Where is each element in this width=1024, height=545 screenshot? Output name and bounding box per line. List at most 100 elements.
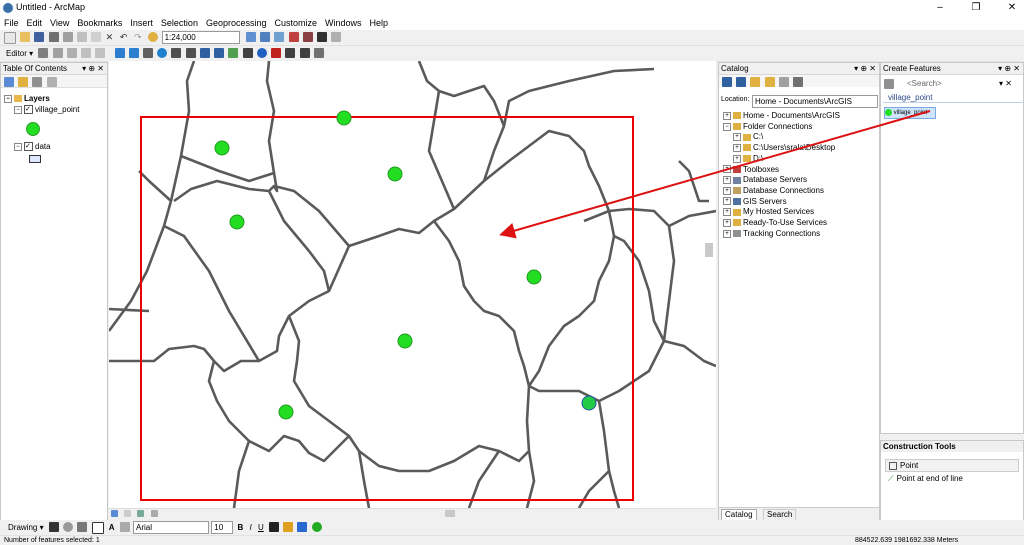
menu-edit[interactable]: Edit: [23, 16, 47, 30]
pin-icon[interactable]: ▾ ⊕ ✕: [998, 63, 1020, 74]
checkbox-icon[interactable]: ✓: [24, 142, 33, 152]
catalog-item[interactable]: + GIS Servers: [723, 197, 787, 207]
font-combo[interactable]: Arial: [133, 521, 210, 534]
list-by-visibility-icon[interactable]: [32, 77, 43, 87]
horizontal-scroll-thumb[interactable]: [445, 510, 455, 517]
catalog-item[interactable]: + C:\: [733, 132, 763, 142]
redo-icon[interactable]: ↷: [134, 32, 144, 42]
menu-help[interactable]: Help: [366, 16, 393, 30]
collapse-icon[interactable]: −: [4, 94, 12, 103]
pin-icon[interactable]: ▾ ⊕ ✕: [854, 63, 876, 74]
scale-combo[interactable]: 1:24,000: [161, 31, 240, 44]
list-by-selection-icon[interactable]: [46, 77, 57, 87]
edit-annotation-icon[interactable]: [52, 48, 63, 58]
menu-selection[interactable]: Selection: [157, 16, 202, 30]
text-icon[interactable]: A: [107, 520, 117, 535]
fill-color-icon[interactable]: [283, 522, 294, 532]
layout-view-icon[interactable]: [124, 510, 132, 517]
rotate-icon[interactable]: [63, 522, 74, 532]
polygon-symbol-icon[interactable]: [29, 155, 41, 163]
tool-point[interactable]: Point: [885, 459, 1019, 472]
bold-button[interactable]: B: [235, 520, 245, 535]
layer-data[interactable]: − ✓ data: [14, 142, 51, 152]
expand-icon[interactable]: +: [723, 208, 731, 217]
edit-vertices-icon[interactable]: [119, 522, 130, 532]
home-icon[interactable]: [750, 77, 761, 87]
select-features-icon[interactable]: [228, 48, 239, 58]
fixed-zoom-in-icon[interactable]: [171, 48, 182, 58]
drawing-menu[interactable]: Drawing ▾: [6, 520, 46, 535]
map-view[interactable]: [109, 61, 716, 508]
layer-village-point[interactable]: − ✓ village_point: [14, 105, 79, 115]
catalog-item[interactable]: + Home - Documents\ArcGIS: [723, 111, 840, 121]
collapse-icon[interactable]: −: [14, 142, 22, 151]
catalog-window-icon[interactable]: [274, 32, 285, 42]
undo-icon[interactable]: ↶: [120, 32, 130, 42]
go-forward-icon[interactable]: [214, 48, 225, 58]
menu-insert[interactable]: Insert: [126, 16, 157, 30]
select-elements-icon[interactable]: [242, 48, 253, 58]
zoom-whole-page-icon[interactable]: [77, 522, 88, 532]
collapse-icon[interactable]: −: [14, 105, 22, 114]
font-color-icon[interactable]: [268, 522, 279, 532]
expand-icon[interactable]: +: [733, 143, 741, 152]
expand-icon[interactable]: +: [733, 154, 741, 163]
expand-icon[interactable]: +: [723, 197, 731, 206]
menu-bookmarks[interactable]: Bookmarks: [73, 16, 126, 30]
point-symbol-icon[interactable]: [26, 122, 40, 136]
menu-geoprocessing[interactable]: Geoprocessing: [202, 16, 271, 30]
minimize-button[interactable]: –: [930, 1, 950, 15]
delete-icon[interactable]: ✕: [106, 32, 116, 42]
rectangle-icon[interactable]: [91, 522, 104, 534]
measure-icon[interactable]: [299, 48, 310, 58]
expand-icon[interactable]: +: [723, 186, 731, 195]
toggle-contents-icon[interactable]: [778, 77, 789, 87]
layers-node[interactable]: − Layers: [4, 94, 50, 104]
expand-icon[interactable]: +: [723, 176, 731, 185]
expand-icon[interactable]: +: [723, 165, 731, 174]
menu-customize[interactable]: Customize: [271, 16, 322, 30]
editor-toolbar-icon[interactable]: [245, 32, 256, 42]
views-icon[interactable]: [793, 77, 804, 87]
editor-menu[interactable]: Editor ▾: [4, 46, 35, 61]
catalog-item[interactable]: + Ready-To-Use Services: [723, 218, 827, 228]
open-icon[interactable]: [20, 32, 31, 42]
pan-icon[interactable]: [143, 48, 154, 58]
search-window-icon[interactable]: [288, 32, 299, 42]
edit-tool-icon[interactable]: [38, 48, 49, 58]
back-icon[interactable]: [722, 77, 732, 87]
italic-button[interactable]: I: [248, 520, 254, 535]
cut-icon[interactable]: [62, 32, 73, 42]
catalog-item[interactable]: + Database Servers: [723, 175, 807, 185]
close-button[interactable]: ✕: [1002, 1, 1022, 15]
zoom-in-icon[interactable]: [114, 48, 125, 58]
endpoint-arc-icon[interactable]: [81, 48, 92, 58]
copy-icon[interactable]: [77, 32, 88, 42]
arctoolbox-icon[interactable]: [302, 32, 313, 42]
go-back-icon[interactable]: [199, 48, 210, 58]
add-data-icon[interactable]: [148, 32, 159, 42]
pause-drawing-icon[interactable]: [150, 510, 158, 517]
data-view-icon[interactable]: [111, 510, 118, 517]
identify-icon[interactable]: [256, 48, 267, 58]
save-icon[interactable]: [34, 32, 45, 42]
menu-view[interactable]: View: [46, 16, 73, 30]
underline-button[interactable]: U: [256, 520, 266, 535]
list-by-source-icon[interactable]: [18, 77, 29, 87]
catalog-item[interactable]: + My Hosted Services: [723, 207, 814, 217]
connect-folder-icon[interactable]: [764, 77, 775, 87]
menu-file[interactable]: File: [0, 16, 23, 30]
location-combo[interactable]: Home - Documents\ArcGIS: [752, 95, 878, 108]
pin-icon[interactable]: ▾ ⊕ ✕: [82, 63, 104, 74]
expand-icon[interactable]: −: [723, 122, 731, 131]
catalog-item[interactable]: − Folder Connections: [723, 122, 812, 132]
checkbox-icon[interactable]: ✓: [24, 105, 33, 115]
up-one-level-icon[interactable]: [736, 77, 747, 87]
fixed-zoom-out-icon[interactable]: [185, 48, 196, 58]
catalog-item[interactable]: + C:\Users\srala\Desktop: [733, 143, 835, 153]
time-slider-icon[interactable]: [313, 48, 324, 58]
paste-icon[interactable]: [91, 32, 102, 42]
expand-icon[interactable]: +: [733, 133, 741, 142]
catalog-item[interactable]: + Database Connections: [723, 186, 824, 196]
print-icon[interactable]: [48, 32, 59, 42]
